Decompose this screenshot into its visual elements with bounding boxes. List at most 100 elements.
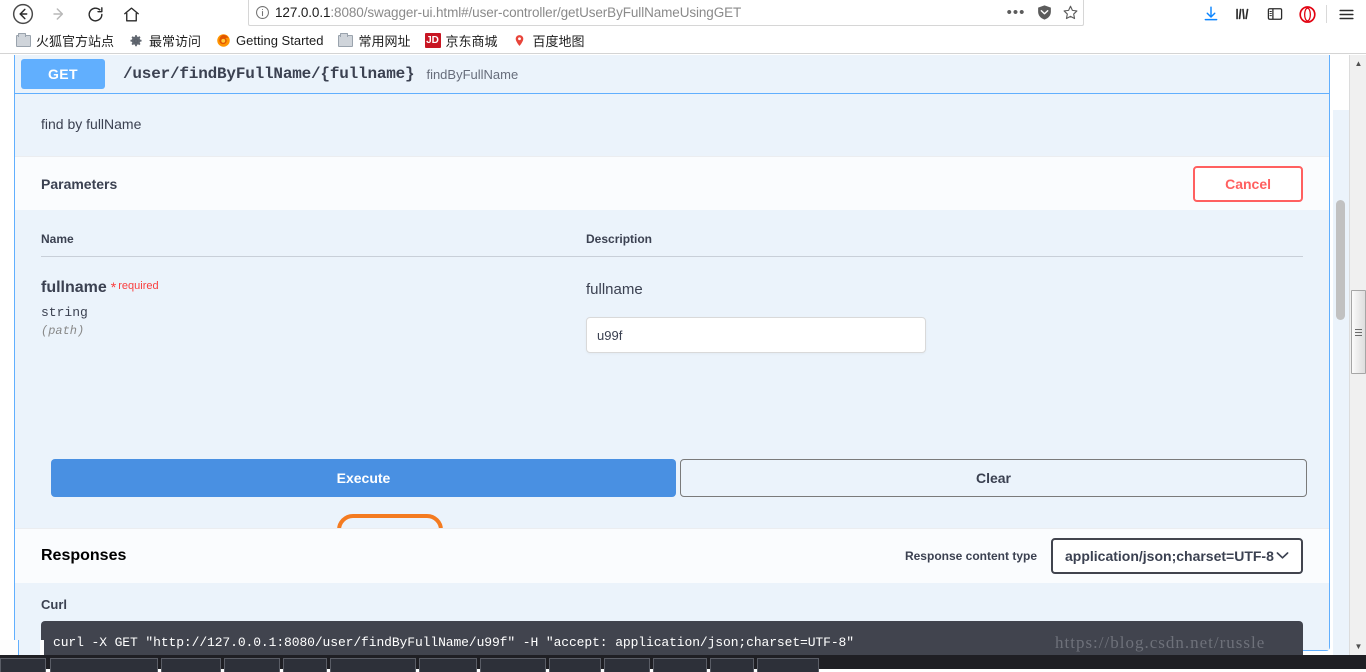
bookmark-label: 火狐官方站点: [36, 34, 115, 49]
column-header-description: Description: [586, 232, 653, 246]
execute-button[interactable]: Execute: [51, 459, 676, 497]
scroll-down-arrow-icon[interactable]: ▼: [1350, 638, 1366, 655]
column-header-name: Name: [41, 232, 74, 246]
bookmark-label: 京东商城: [445, 34, 498, 49]
taskbar-item[interactable]: [480, 658, 546, 672]
required-label: required: [118, 280, 159, 292]
parameters-table-header: Name Description: [41, 210, 1303, 257]
taskbar-item[interactable]: [50, 658, 158, 672]
taskbar-item[interactable]: [224, 658, 280, 672]
response-content-type-group: Response content type application/json;c…: [905, 538, 1303, 574]
url-path: :8080/swagger-ui.html#/user-controller/g…: [330, 5, 742, 20]
bookmark-label: 最常访问: [149, 34, 202, 49]
taskbar-item[interactable]: [653, 658, 707, 672]
bookmark-label: 百度地图: [532, 34, 585, 49]
parameters-table: Name Description fullname * required strin…: [15, 210, 1329, 353]
taskbar-item[interactable]: [419, 658, 477, 672]
response-content-type-value: application/json;charset=UTF-8: [1065, 548, 1274, 564]
page-inner-scrollbar[interactable]: [1333, 110, 1349, 655]
curl-command: curl -X GET "http://127.0.0.1:8080/user/…: [53, 635, 854, 650]
bookmark-item-firefox-official[interactable]: 火狐官方站点: [8, 30, 121, 52]
operation-path: /user/findByFullName/{fullname}: [123, 65, 415, 83]
page-bottom-left-panel-edge: [18, 640, 40, 655]
jd-icon: JD: [424, 33, 441, 48]
parameter-location: (path): [41, 324, 85, 338]
toolbar-divider: [1326, 5, 1327, 23]
toolbar-right-icons: [1195, 0, 1366, 28]
pocket-shield-icon[interactable]: [1031, 4, 1057, 21]
table-row: fullname * required string (path) fullname: [41, 257, 1303, 353]
address-bar[interactable]: 127.0.0.1:8080/swagger-ui.html#/user-con…: [248, 0, 1084, 26]
taskbar-item[interactable]: [161, 658, 221, 672]
parameter-name-line: fullname * required: [41, 279, 586, 297]
taskbar-item[interactable]: [757, 658, 819, 672]
location-pin-icon: [512, 33, 528, 49]
response-content-type-label: Response content type: [904, 549, 1037, 563]
curl-command-box[interactable]: curl -X GET "http://127.0.0.1:8080/user/…: [41, 621, 1303, 655]
parameter-name-cell: fullname * required string (path): [41, 279, 586, 353]
taskbar-item[interactable]: [710, 658, 754, 672]
responses-title: Responses: [41, 547, 127, 564]
bookmark-item-getting-started[interactable]: Getting Started: [208, 30, 330, 52]
sidebar-icon[interactable]: [1259, 1, 1291, 27]
operation-summary-row[interactable]: GET /user/findByFullName/{fullname} find…: [15, 55, 1329, 93]
operation-body: find by fullName Parameters Cancel Name …: [15, 93, 1329, 655]
back-button[interactable]: [6, 1, 40, 27]
windows-taskbar: [0, 655, 1366, 672]
window-scrollbar[interactable]: ▲ ▼: [1349, 55, 1366, 655]
required-star-icon: *: [110, 279, 117, 295]
bookmark-item-common-sites[interactable]: 常用网址: [330, 30, 417, 52]
taskbar-item[interactable]: [330, 658, 416, 672]
clear-button[interactable]: Clear: [680, 459, 1307, 497]
home-button[interactable]: [114, 1, 148, 27]
parameters-header: Parameters Cancel: [15, 156, 1329, 210]
ellipsis-icon[interactable]: •••: [1005, 4, 1031, 21]
forward-button[interactable]: [42, 1, 76, 27]
site-info-icon[interactable]: [249, 5, 275, 20]
bookmark-label: Getting Started: [236, 33, 324, 48]
responses-header: Responses Response content type applicat…: [15, 528, 1329, 583]
bookmark-item-most-visited[interactable]: 最常访问: [121, 30, 208, 52]
parameters-title: Parameters: [41, 175, 118, 192]
swagger-operation-block: GET /user/findByFullName/{fullname} find…: [14, 55, 1330, 655]
operation-summary: findByFullName: [426, 66, 519, 82]
folder-icon: [15, 32, 31, 49]
navigation-buttons: [0, 1, 148, 27]
cancel-button[interactable]: Cancel: [1193, 165, 1303, 202]
library-icon[interactable]: [1227, 1, 1259, 27]
url-host: 127.0.0.1: [275, 5, 331, 20]
taskbar-item[interactable]: [604, 658, 650, 672]
operation-description: find by fullName: [41, 116, 142, 132]
fullname-input[interactable]: [586, 317, 926, 353]
page-inner-scrollbar-thumb[interactable]: [1336, 200, 1345, 320]
gear-icon: [128, 33, 144, 49]
scrollbar-grip-icon: [1355, 328, 1362, 336]
downloads-icon[interactable]: [1195, 1, 1227, 27]
parameter-type: string: [41, 305, 88, 320]
bookmark-label: 常用网址: [358, 34, 411, 49]
folder-icon: [337, 32, 353, 49]
reload-button[interactable]: [78, 1, 112, 27]
window-scrollbar-thumb[interactable]: [1351, 290, 1366, 374]
parameter-description-cell: fullname: [586, 279, 1303, 353]
url-text[interactable]: 127.0.0.1:8080/swagger-ui.html#/user-con…: [275, 5, 1005, 20]
menu-icon[interactable]: [1330, 1, 1362, 27]
opera-icon[interactable]: [1291, 1, 1323, 27]
taskbar-start-button[interactable]: [0, 658, 46, 672]
chevron-down-icon: [1276, 549, 1289, 563]
bookmark-item-baidu-map[interactable]: 百度地图: [505, 30, 592, 52]
star-icon[interactable]: [1057, 4, 1083, 21]
page-viewport: GET /user/findByFullName/{fullname} find…: [0, 55, 1366, 655]
bookmark-item-jd[interactable]: JD 京东商城: [418, 30, 505, 52]
curl-title: Curl: [41, 597, 67, 612]
taskbar-item[interactable]: [549, 658, 601, 672]
curl-section: Curl curl -X GET "http://127.0.0.1:8080/…: [15, 583, 1329, 655]
parameter-description: fullname: [586, 281, 643, 298]
firefox-icon: [215, 33, 231, 49]
scroll-up-arrow-icon[interactable]: ▲: [1350, 55, 1366, 72]
taskbar-item[interactable]: [283, 658, 327, 672]
browser-toolbar: 127.0.0.1:8080/swagger-ui.html#/user-con…: [0, 0, 1366, 28]
execute-clear-row: Execute Clear: [51, 459, 1307, 497]
response-content-type-select[interactable]: application/json;charset=UTF-8: [1051, 538, 1303, 574]
http-method-badge: GET: [21, 59, 105, 89]
